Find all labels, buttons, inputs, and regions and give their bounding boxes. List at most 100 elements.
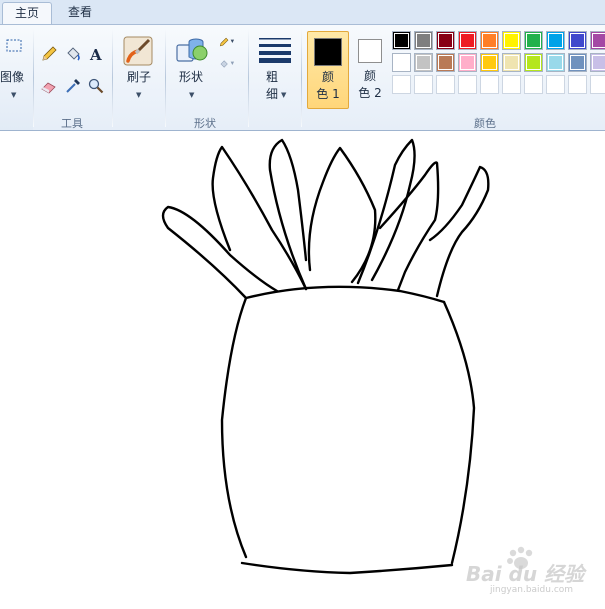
size-button[interactable] (256, 33, 294, 69)
shapes-group-label: 形状 (194, 117, 216, 130)
palette-color-swatch[interactable] (392, 31, 411, 50)
svg-text:▼: ▼ (231, 40, 235, 45)
palette-color-swatch[interactable] (502, 75, 521, 94)
size-dropdown-arrow[interactable]: ▼ (281, 91, 286, 99)
palette-color-swatch[interactable] (480, 53, 499, 72)
watermark-text: Bai du 经验 (466, 562, 585, 586)
palette-color-swatch[interactable] (392, 75, 411, 94)
palette-color-swatch[interactable] (568, 53, 587, 72)
palette-color-swatch[interactable] (590, 75, 605, 94)
palette-swatch-highlight (394, 33, 409, 48)
ribbon: 图像 ▼ A 工具 刷子 ▼ 形状 ▼ ▼ ▼ 形状 粗 细 ▼ 颜 色 1 颜… (0, 24, 605, 131)
fill-shape-icon: ▼ (220, 60, 235, 68)
palette-color-swatch[interactable] (524, 75, 543, 94)
palette-color-swatch[interactable] (568, 31, 587, 50)
fill-bucket-icon (67, 47, 80, 61)
palette-swatch-highlight (526, 33, 541, 48)
palette-color-swatch[interactable] (458, 75, 477, 94)
palette-swatch-highlight (416, 55, 431, 70)
palette-color-swatch[interactable] (502, 31, 521, 50)
shapes-dropdown-arrow[interactable]: ▼ (189, 91, 194, 99)
brush-label[interactable]: 刷子 (126, 69, 152, 85)
magnifier-icon (88, 78, 104, 94)
palette-swatch-highlight (460, 77, 475, 92)
palette-swatch-highlight (482, 77, 497, 92)
color1-label-line1: 颜 (321, 70, 334, 84)
shapes-label[interactable]: 形状 (176, 69, 206, 85)
fill-shape-button[interactable]: ▼ (214, 53, 242, 75)
palette-color-swatch[interactable] (414, 53, 433, 72)
palette-swatch-highlight (438, 55, 453, 70)
palette-color-swatch[interactable] (480, 31, 499, 50)
shapes-icon (176, 38, 208, 62)
palette-swatch-highlight (416, 77, 431, 92)
size-label-line1[interactable]: 粗 (262, 69, 282, 85)
palette-color-swatch[interactable] (436, 75, 455, 94)
palette-color-swatch[interactable] (546, 53, 565, 72)
palette-color-swatch[interactable] (480, 75, 499, 94)
palette-color-swatch[interactable] (546, 75, 565, 94)
color1-swatch (314, 38, 342, 66)
tab-view[interactable]: 查看 (56, 2, 104, 25)
palette-color-swatch[interactable] (414, 31, 433, 50)
text-button[interactable]: A (85, 43, 107, 65)
palette-swatch-highlight (592, 77, 605, 92)
palette-swatch-highlight (570, 55, 585, 70)
shapes-button[interactable] (174, 33, 210, 69)
palette-swatch-highlight (592, 33, 605, 48)
palette-color-swatch[interactable] (524, 31, 543, 50)
svg-text:▼: ▼ (231, 62, 235, 67)
palette-swatch-highlight (416, 33, 431, 48)
palette-color-swatch[interactable] (502, 53, 521, 72)
fill-button[interactable] (62, 43, 84, 65)
palette-color-swatch[interactable] (436, 53, 455, 72)
image-dropdown-arrow[interactable]: ▼ (11, 91, 16, 99)
pencil-button[interactable] (38, 43, 60, 65)
size-label-line2[interactable]: 细 (262, 86, 282, 102)
palette-color-swatch[interactable] (568, 75, 587, 94)
palette-color-swatch[interactable] (392, 53, 411, 72)
palette-swatch-highlight (504, 33, 519, 48)
outline-button[interactable]: ▼ (214, 31, 242, 53)
palette-color-swatch[interactable] (458, 53, 477, 72)
tab-home[interactable]: 主页 (2, 2, 53, 25)
palette-swatch-highlight (438, 77, 453, 92)
palette-color-swatch[interactable] (436, 31, 455, 50)
palette-swatch-highlight (482, 33, 497, 48)
color2-label-line2: 色 2 (358, 86, 382, 100)
color1-label-line2: 色 1 (316, 87, 340, 101)
text-icon: A (89, 46, 102, 63)
palette-swatch-highlight (592, 55, 605, 70)
palette-color-swatch[interactable] (590, 31, 605, 50)
brush-icon (123, 36, 153, 66)
palette-color-swatch[interactable] (590, 53, 605, 72)
palette-swatch-highlight (548, 55, 563, 70)
palette-color-swatch[interactable] (458, 31, 477, 50)
palette-swatch-highlight (526, 55, 541, 70)
color1-button[interactable]: 颜 色 1 (307, 31, 349, 109)
palette-swatch-highlight (438, 33, 453, 48)
brush-dropdown-arrow[interactable]: ▼ (136, 91, 141, 99)
palette-color-swatch[interactable] (546, 31, 565, 50)
palette-swatch-highlight (570, 77, 585, 92)
image-label[interactable]: 图像 (0, 69, 24, 85)
palette-swatch-highlight (526, 77, 541, 92)
palette-swatch-highlight (460, 55, 475, 70)
palette-swatch-highlight (460, 33, 475, 48)
drawing-canvas[interactable] (0, 132, 605, 609)
palette-color-swatch[interactable] (414, 75, 433, 94)
palette-swatch-highlight (504, 55, 519, 70)
color2-button[interactable]: 颜 色 2 (352, 31, 388, 109)
eraser-button[interactable] (38, 75, 60, 97)
watermark-subtext: jingyan.baidu.com (490, 585, 574, 595)
brush-button[interactable] (120, 33, 156, 69)
svg-text:A: A (89, 46, 102, 63)
palette-swatch-highlight (548, 33, 563, 48)
select-button[interactable] (3, 35, 25, 57)
palette-swatch-highlight (504, 77, 519, 92)
ribbon-tab-bar: 主页 查看 (0, 0, 605, 25)
color-picker-button[interactable] (62, 75, 84, 97)
tools-group-label: 工具 (61, 117, 83, 130)
magnifier-button[interactable] (85, 75, 107, 97)
palette-color-swatch[interactable] (524, 53, 543, 72)
